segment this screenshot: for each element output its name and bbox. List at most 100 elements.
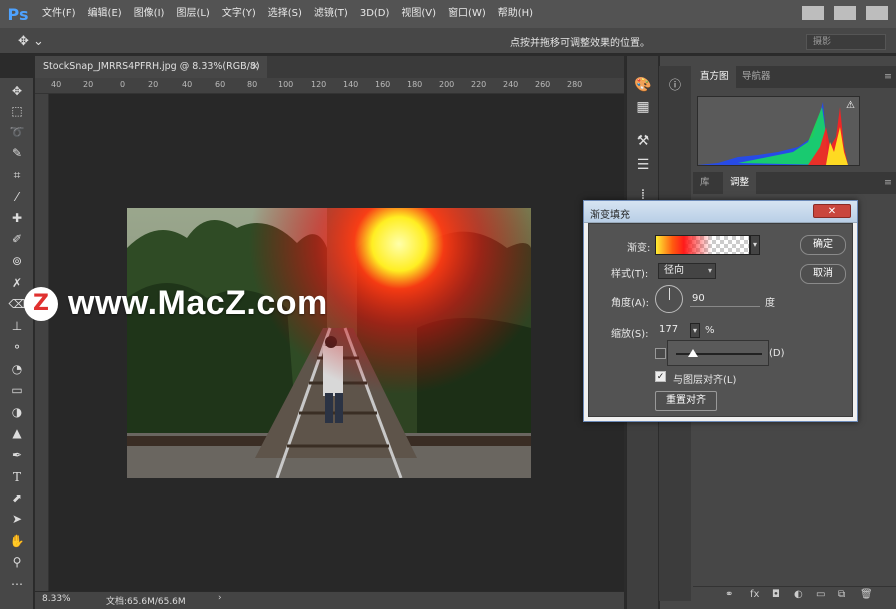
style-label: 样式(T):: [611, 269, 649, 280]
sharpen-tool-icon[interactable]: ▲: [6, 424, 28, 442]
menu-help[interactable]: 帮助(H): [492, 0, 539, 28]
close-window-button[interactable]: [866, 6, 888, 20]
menu-layer[interactable]: 图层(L): [170, 0, 215, 28]
ruler-tick: 280: [567, 80, 583, 89]
align-with-layer-checkbox[interactable]: ✓: [655, 371, 666, 382]
lasso-tool-icon[interactable]: ➰: [6, 123, 28, 141]
pen-tool-icon[interactable]: ✒: [6, 446, 28, 464]
menu-filter[interactable]: 滤镜(T): [308, 0, 354, 28]
menu-edit[interactable]: 编辑(E): [82, 0, 128, 28]
menu-image[interactable]: 图像(I): [128, 0, 171, 28]
move-tool-icon[interactable]: ✥: [6, 82, 28, 100]
histogram-panel-tabs: 直方图 导航器 ≡: [693, 66, 896, 88]
menu-view[interactable]: 视图(V): [395, 0, 442, 28]
style-select[interactable]: 径向 ▾: [658, 263, 716, 279]
warning-icon[interactable]: ⚠: [846, 100, 855, 111]
menu-file[interactable]: 文件(F): [36, 0, 82, 28]
info-icon[interactable]: ⓘ: [666, 76, 684, 94]
zoom-tool-icon[interactable]: ⚲: [6, 553, 28, 571]
histogram-graph: ⚠: [697, 96, 860, 166]
blur-tool-icon[interactable]: ◑: [6, 403, 28, 421]
gradient-tool-icon[interactable]: ▭: [6, 381, 28, 399]
move-tool-preset-icon[interactable]: ✥ ⌄: [18, 34, 44, 49]
properties-sliders-icon[interactable]: ☰: [634, 156, 652, 174]
scale-input[interactable]: 177: [659, 324, 689, 338]
ruler-tick: 100: [278, 80, 294, 89]
cancel-button[interactable]: 取消: [800, 264, 846, 284]
tool-presets-icon[interactable]: ⚒: [634, 132, 652, 150]
scale-unit: %: [705, 325, 715, 336]
minimize-button[interactable]: [802, 6, 824, 20]
layer-style-icon[interactable]: fx: [750, 589, 759, 600]
ruler-tick: 220: [471, 80, 487, 89]
status-menu-arrow-icon[interactable]: ›: [218, 593, 222, 603]
type-tool-icon[interactable]: T: [6, 468, 28, 486]
workspace-select[interactable]: 摄影: [806, 34, 886, 50]
ok-button[interactable]: 确定: [800, 235, 846, 255]
close-icon[interactable]: ✕: [813, 204, 851, 218]
dodge-tool-icon[interactable]: ◔: [6, 360, 28, 378]
angle-input[interactable]: 90: [690, 293, 760, 307]
brush-tool-icon[interactable]: ✐: [6, 230, 28, 248]
gradient-dropdown-icon[interactable]: ▾: [750, 235, 760, 255]
dialog-titlebar[interactable]: 渐变填充 ✕: [584, 201, 857, 223]
smudge-tool-icon[interactable]: ⚬: [6, 338, 28, 356]
scale-label: 缩放(S):: [611, 329, 649, 340]
menu-select[interactable]: 选择(S): [262, 0, 308, 28]
eyedropper-tool-icon[interactable]: ⁄: [6, 188, 28, 206]
gradient-preview[interactable]: [655, 235, 750, 255]
ruler-tick: 200: [439, 80, 455, 89]
crop-tool-icon[interactable]: ⌗: [6, 166, 28, 184]
menu-type[interactable]: 文字(Y): [216, 0, 262, 28]
scale-slider-thumb[interactable]: [688, 349, 699, 357]
swatches-grid-icon[interactable]: ▦: [634, 98, 652, 116]
tab-adjustments[interactable]: 调整: [723, 172, 757, 194]
more-tools-icon[interactable]: ⋯: [6, 575, 28, 593]
document-tab[interactable]: StockSnap_JMRRS4PFRH.jpg @ 8.33%(RGB/8) …: [35, 56, 267, 78]
document-tab-title: StockSnap_JMRRS4PFRH.jpg @ 8.33%(RGB/8): [43, 61, 260, 72]
clone-stamp-tool-icon[interactable]: ⊚: [6, 252, 28, 270]
tools-panel: ✥ ⬚ ➰ ✎ ⌗ ⁄ ✚ ✐ ⊚ ✗ ⌫ ⊥ ⚬ ◔ ▭ ◑ ▲ ✒ T ⬈ …: [0, 78, 34, 609]
scale-dropdown-icon[interactable]: ▾: [690, 323, 700, 338]
angle-dial[interactable]: [655, 285, 683, 313]
panel-menu-icon[interactable]: ≡: [877, 172, 896, 194]
menu-window[interactable]: 窗口(W): [442, 0, 492, 28]
menu-3d[interactable]: 3D(D): [354, 0, 396, 28]
document-image[interactable]: [127, 208, 531, 478]
close-document-icon[interactable]: ×: [251, 56, 259, 78]
new-group-icon[interactable]: ▭: [816, 589, 825, 600]
quick-select-tool-icon[interactable]: ✎: [6, 144, 28, 162]
hand-tool-icon[interactable]: ✋: [6, 532, 28, 550]
chevron-down-icon: ▾: [707, 266, 712, 275]
tab-library[interactable]: 库: [693, 172, 717, 194]
panel-menu-icon[interactable]: ≡: [877, 66, 896, 88]
color-palette-icon[interactable]: 🎨: [634, 76, 652, 94]
delete-layer-icon[interactable]: 🗑: [860, 589, 873, 600]
marquee-tool-icon[interactable]: ⬚: [6, 102, 28, 120]
options-hint: 点按并拖移可调整效果的位置。: [510, 38, 650, 49]
maximize-button[interactable]: [834, 6, 856, 20]
reset-alignment-button[interactable]: 重置对齐: [655, 391, 717, 411]
gradient-fill-dialog: 渐变填充 ✕ 渐变: ▾ 样式(T): 径向 ▾ 角度(A): 90 度 缩放(…: [583, 200, 858, 422]
railway-photo: [127, 208, 531, 478]
document-size: 文档:65.6M/65.6M: [106, 597, 186, 607]
adjustment-layer-icon[interactable]: ◐: [794, 589, 803, 600]
scale-slider-popup: [667, 340, 769, 366]
ruler-tick: 40: [182, 80, 193, 89]
ruler-tick: 20: [148, 80, 159, 89]
zoom-level[interactable]: 8.33%: [42, 594, 71, 604]
align-with-layer-label: 与图层对齐(L): [673, 375, 737, 386]
reverse-checkbox[interactable]: [655, 348, 666, 359]
link-layers-icon[interactable]: ⚭: [725, 589, 733, 600]
path-select-tool-icon[interactable]: ⬈: [6, 489, 28, 507]
tab-histogram[interactable]: 直方图: [693, 66, 736, 88]
options-bar: [0, 28, 896, 54]
tab-navigator[interactable]: 导航器: [735, 66, 778, 88]
direct-select-tool-icon[interactable]: ➤: [6, 510, 28, 528]
menu-bar: Ps 文件(F) 编辑(E) 图像(I) 图层(L) 文字(Y) 选择(S) 滤…: [0, 0, 896, 28]
healing-brush-tool-icon[interactable]: ✚: [6, 209, 28, 227]
new-layer-icon[interactable]: ⧉: [838, 589, 845, 600]
ruler-tick: 0: [120, 80, 126, 89]
layer-mask-icon[interactable]: ◘: [772, 589, 780, 600]
watermark-text: www.MacZ.com: [68, 284, 328, 322]
